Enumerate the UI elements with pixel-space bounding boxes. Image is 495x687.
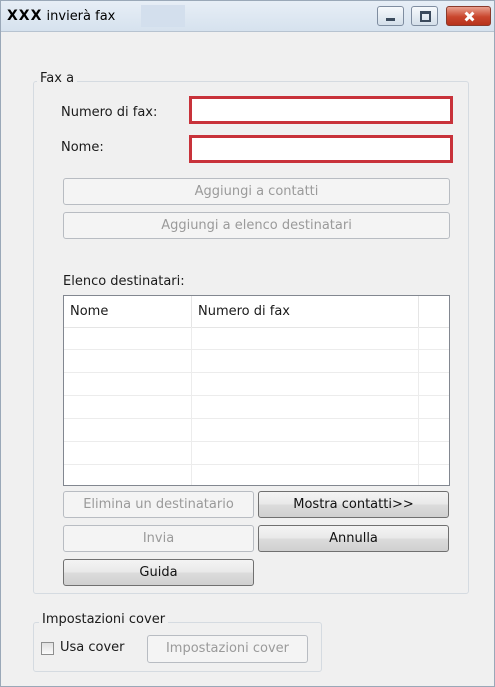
list-row[interactable] xyxy=(64,396,449,419)
column-header-fax-number[interactable]: Numero di fax xyxy=(192,296,419,327)
list-row[interactable] xyxy=(64,442,449,465)
cancel-button[interactable]: Annulla xyxy=(258,525,449,552)
cover-settings-legend: Impostazioni cover xyxy=(39,612,169,627)
name-label: Nome: xyxy=(61,140,104,155)
use-cover-checkbox[interactable] xyxy=(41,642,54,655)
name-input[interactable] xyxy=(189,135,453,163)
list-row[interactable] xyxy=(64,350,449,373)
help-button[interactable]: Guida xyxy=(63,559,254,586)
add-to-contacts-button[interactable]: Aggiungi a contatti xyxy=(63,178,450,205)
title-redaction xyxy=(141,5,185,27)
list-header: Nome Numero di fax xyxy=(64,296,449,328)
list-row[interactable] xyxy=(64,419,449,442)
fax-number-input[interactable] xyxy=(189,96,453,124)
list-row[interactable] xyxy=(64,327,449,350)
recipients-label: Elenco destinatari: xyxy=(63,274,185,289)
title-caption: invierà fax xyxy=(46,9,116,24)
title-bar[interactable]: XXX invierà fax xyxy=(1,1,494,32)
minimize-icon[interactable] xyxy=(377,6,404,26)
use-cover-label[interactable]: Usa cover xyxy=(60,640,125,655)
window-title: XXX invierà fax xyxy=(7,8,115,24)
send-fax-window: XXX invierà fax Fax a Numero di fax: Nom… xyxy=(0,0,495,687)
list-row[interactable] xyxy=(64,373,449,396)
close-icon[interactable] xyxy=(446,6,491,26)
show-contacts-button[interactable]: Mostra contatti>> xyxy=(258,491,449,518)
list-row[interactable] xyxy=(64,465,449,485)
send-button[interactable]: Invia xyxy=(63,525,254,552)
delete-recipient-button[interactable]: Elimina un destinatario xyxy=(63,491,254,518)
maximize-icon[interactable] xyxy=(411,6,438,26)
add-to-recipients-button[interactable]: Aggiungi a elenco destinatari xyxy=(63,212,450,239)
column-header-extra xyxy=(419,296,449,327)
cover-settings-button[interactable]: Impostazioni cover xyxy=(147,635,308,663)
fax-number-label: Numero di fax: xyxy=(61,105,158,120)
recipients-list[interactable]: Nome Numero di fax xyxy=(63,295,450,486)
column-header-name[interactable]: Nome xyxy=(64,296,192,327)
title-brand: XXX xyxy=(7,8,43,24)
fax-to-legend: Fax a xyxy=(37,71,78,86)
